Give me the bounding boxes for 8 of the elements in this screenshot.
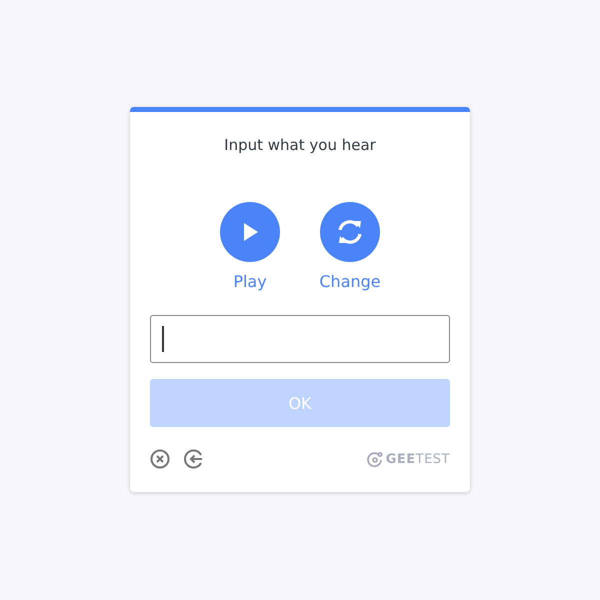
logo-icon [366, 451, 383, 467]
captcha-title: Input what you hear [223, 136, 377, 154]
close-icon[interactable] [150, 449, 170, 469]
play-link[interactable]: Play [233, 272, 267, 291]
back-icon[interactable] [184, 449, 204, 469]
change-link[interactable]: Change [319, 272, 381, 291]
answer-field[interactable] [150, 315, 450, 363]
brand-name: GEETEST [386, 452, 450, 466]
